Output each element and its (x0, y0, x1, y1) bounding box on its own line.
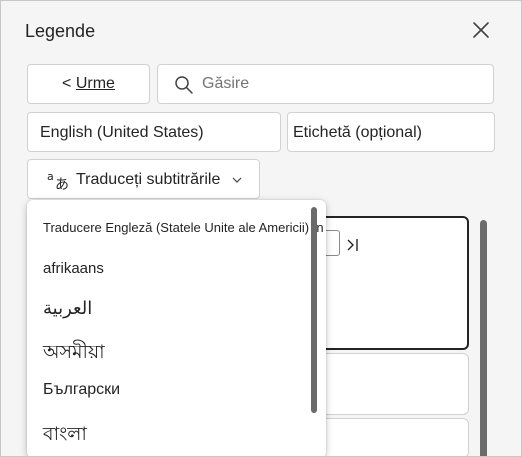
dropdown-scrollbar[interactable] (311, 207, 317, 413)
search-icon (175, 76, 193, 94)
dropdown-header: Traducere Engleză (Statele Unite ale Ame… (43, 220, 324, 235)
language-option-bangla[interactable]: বাংলা (43, 420, 87, 452)
label-field[interactable]: Etichetă (opțional) (287, 112, 495, 152)
search-box[interactable] (157, 64, 494, 104)
language-option-afrikaans[interactable]: afrikaans (43, 260, 104, 277)
close-icon (473, 22, 489, 38)
caption-card[interactable] (314, 353, 469, 415)
translate-icon: a あ (47, 170, 69, 191)
caption-card-selected[interactable] (314, 216, 469, 350)
panel-title: Legende (25, 21, 96, 41)
chevron-down-icon (232, 177, 242, 183)
previous-arrow: < (62, 75, 72, 92)
close-button[interactable] (469, 18, 493, 42)
skip-to-end-icon[interactable] (346, 238, 360, 252)
previous-label: Urme (75, 75, 115, 92)
language-option-bulgarian[interactable]: Български (43, 381, 120, 399)
captions-scrollbar[interactable] (480, 220, 487, 456)
captions-panel: Legende < Urme English (United States) E… (0, 0, 522, 457)
svg-text:あ: あ (55, 177, 69, 191)
search-input[interactable] (202, 73, 472, 95)
caption-card[interactable] (314, 418, 469, 456)
language-option-arabic[interactable]: العربية (43, 298, 92, 319)
svg-text:a: a (47, 170, 54, 183)
translate-captions-label: Traduceți subtitrările (76, 171, 221, 188)
language-field[interactable]: English (United States) (27, 112, 281, 152)
previous-button[interactable]: < Urme (27, 64, 150, 104)
translate-captions-button[interactable]: a あ Traduceți subtitrările (27, 159, 260, 199)
language-option-assamese[interactable]: অসমীয়া (43, 338, 105, 370)
translate-language-dropdown: Traducere Engleză (Statele Unite ale Ame… (27, 200, 326, 456)
